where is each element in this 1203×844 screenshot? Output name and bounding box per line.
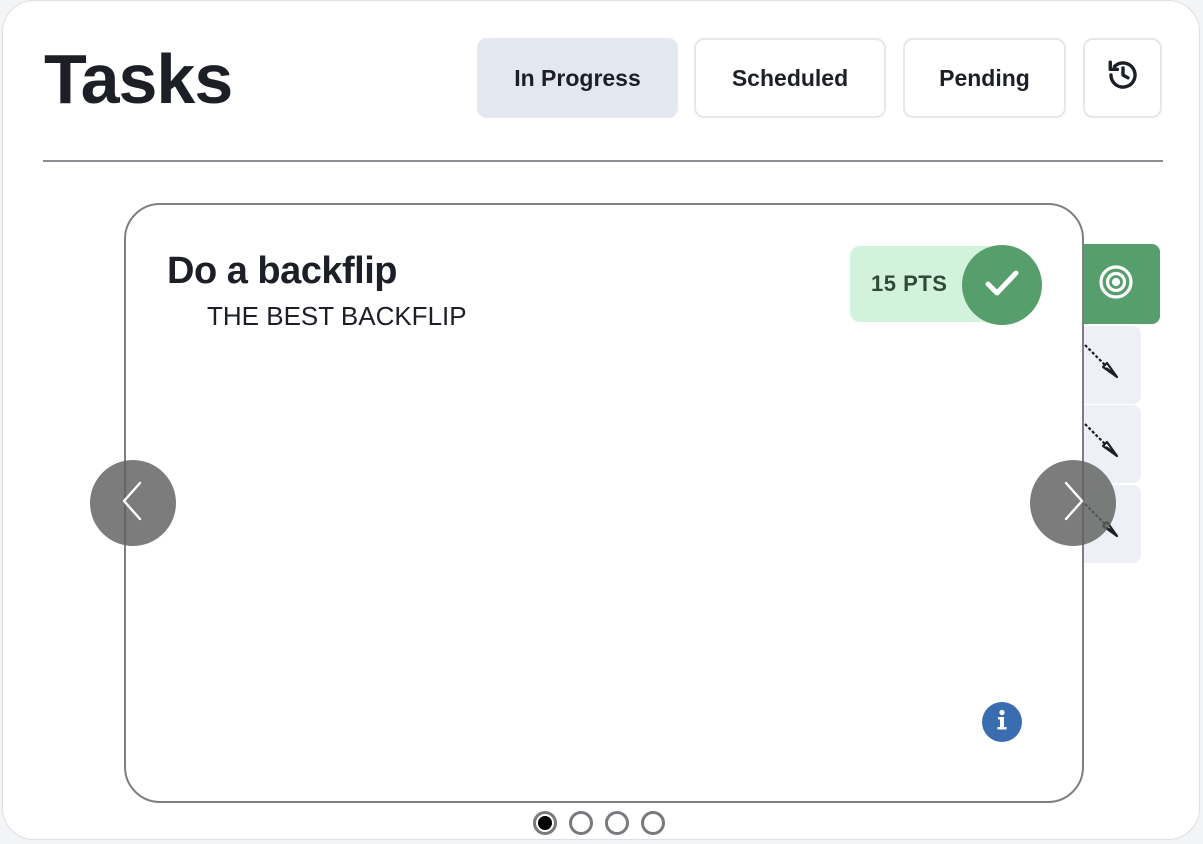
info-button[interactable] (982, 702, 1022, 742)
chevron-left-icon (118, 479, 148, 528)
pagination-dot-4[interactable] (641, 811, 665, 835)
task-title: Do a backflip (167, 250, 398, 292)
carousel-next-button[interactable] (1030, 460, 1116, 546)
complete-task-button[interactable] (962, 245, 1042, 325)
pagination-dot-2[interactable] (569, 811, 593, 835)
checkmark-icon (982, 263, 1022, 308)
history-button[interactable] (1083, 38, 1162, 118)
pagination-dot-3[interactable] (605, 811, 629, 835)
tab-scheduled[interactable]: Scheduled (694, 38, 886, 118)
arrow-icon (1083, 422, 1123, 467)
tab-pending[interactable]: Pending (903, 38, 1066, 118)
chevron-right-icon (1058, 479, 1088, 528)
tab-in-progress[interactable]: In Progress (477, 38, 678, 118)
info-icon (993, 709, 1011, 736)
task-subtitle: THE BEST BACKFLIP (207, 301, 467, 331)
pagination-dot-1[interactable] (533, 811, 557, 835)
points-label: 15 PTS (871, 271, 948, 296)
carousel-pagination (533, 811, 665, 835)
header-divider (43, 160, 1163, 162)
tasks-panel: Tasks In Progress Scheduled Pending Do a… (2, 0, 1200, 840)
page-title: Tasks (44, 40, 233, 118)
target-icon (1098, 264, 1134, 305)
task-card: Do a backflip THE BEST BACKFLIP 15 PTS (124, 203, 1084, 803)
history-icon (1106, 58, 1140, 98)
arrow-icon (1083, 343, 1123, 388)
carousel-prev-button[interactable] (90, 460, 176, 546)
